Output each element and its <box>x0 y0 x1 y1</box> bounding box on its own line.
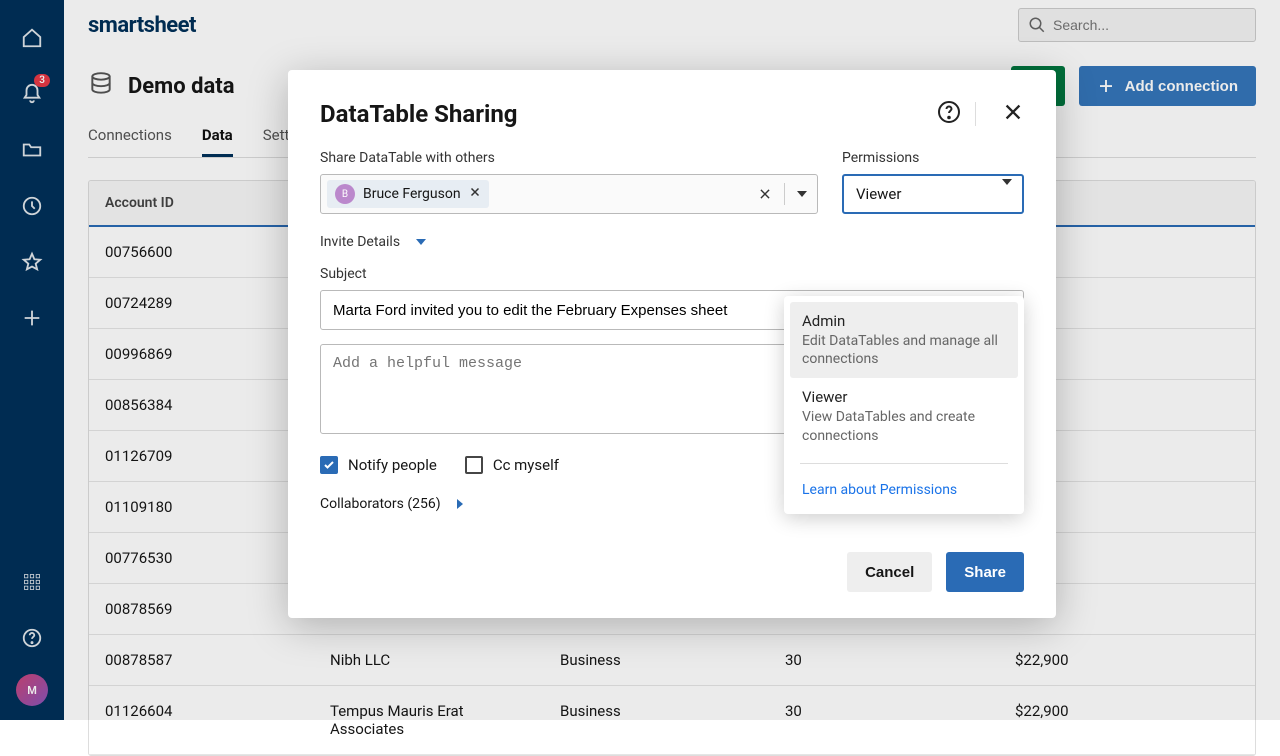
recipients-dropdown-icon[interactable] <box>791 185 813 203</box>
permissions-label: Permissions <box>842 150 1024 166</box>
notify-people-checkbox[interactable]: Notify people <box>320 456 437 474</box>
modal-title: DataTable Sharing <box>320 100 518 128</box>
permission-option-viewer[interactable]: Viewer View DataTables and create connec… <box>790 378 1018 454</box>
caret-down-icon <box>416 239 426 245</box>
permissions-select[interactable]: Viewer <box>842 174 1024 214</box>
caret-right-icon <box>457 499 463 509</box>
modal-help-icon[interactable] <box>937 100 961 128</box>
chip-name: Bruce Ferguson <box>363 186 461 202</box>
share-submit-button[interactable]: Share <box>946 552 1024 592</box>
permissions-dropdown: Admin Edit DataTables and manage all con… <box>784 296 1024 514</box>
clear-recipients-icon[interactable] <box>752 181 778 207</box>
checkbox-unchecked-icon <box>465 456 483 474</box>
chip-avatar-icon: B <box>335 184 355 204</box>
checkbox-checked-icon <box>320 456 338 474</box>
invite-details-toggle[interactable]: Invite Details <box>320 234 1024 250</box>
learn-permissions-link[interactable]: Learn about Permissions <box>790 472 1018 508</box>
permission-option-admin[interactable]: Admin Edit DataTables and manage all con… <box>790 302 1018 378</box>
subject-label: Subject <box>320 266 1024 282</box>
cancel-button[interactable]: Cancel <box>847 552 932 592</box>
share-modal: DataTable Sharing Share DataTable with o… <box>288 70 1056 618</box>
share-with-label: Share DataTable with others <box>320 150 818 166</box>
cc-myself-checkbox[interactable]: Cc myself <box>465 456 559 474</box>
share-recipients-input[interactable]: B Bruce Ferguson <box>320 174 818 214</box>
recipient-chip[interactable]: B Bruce Ferguson <box>327 180 489 208</box>
close-icon[interactable] <box>1002 101 1024 127</box>
permissions-value: Viewer <box>856 185 901 203</box>
chevron-down-icon <box>1002 185 1012 203</box>
chip-remove-icon[interactable] <box>469 186 481 202</box>
